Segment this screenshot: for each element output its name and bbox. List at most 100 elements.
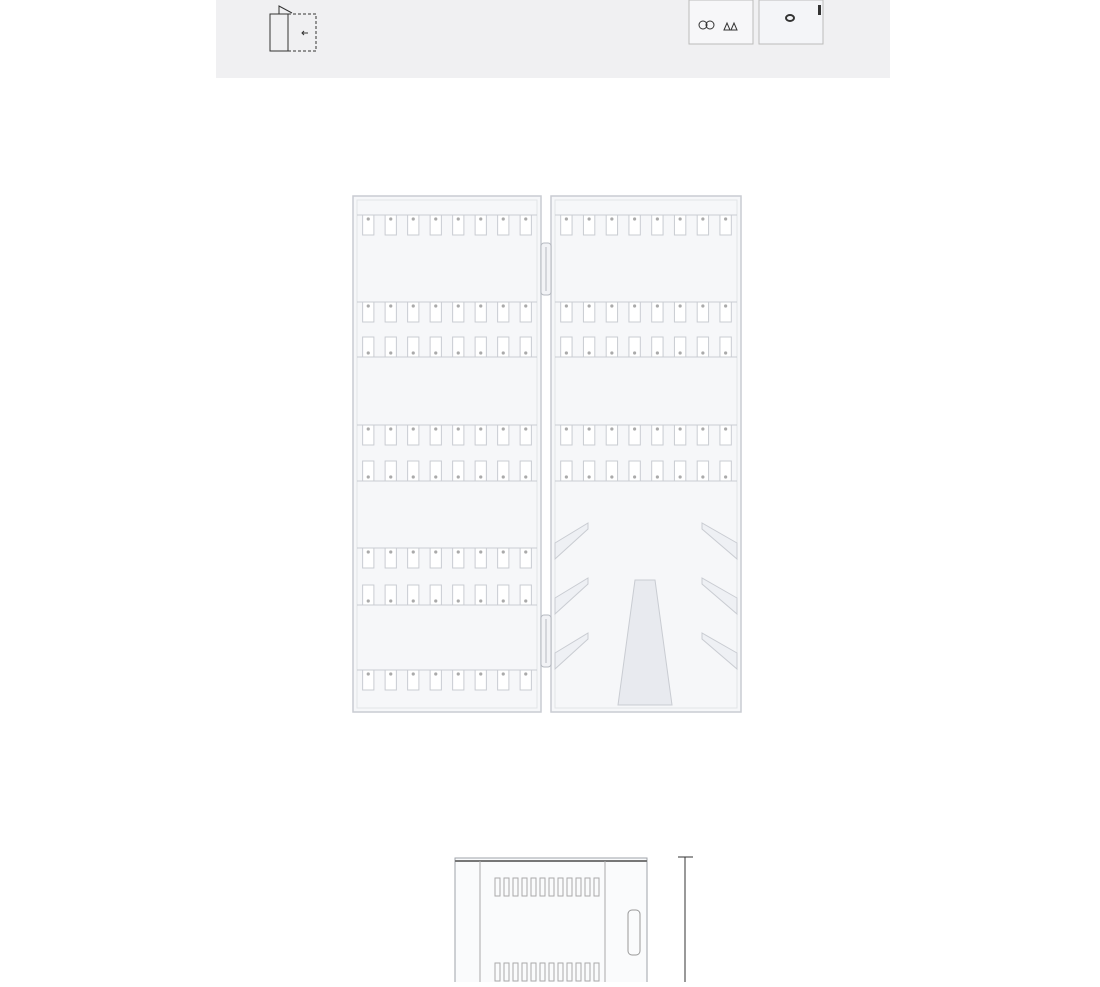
hook-hole [479, 427, 483, 431]
hook-hole [456, 351, 460, 355]
hook-hole [389, 599, 393, 603]
hook-hole [389, 304, 393, 308]
hook-hole [524, 599, 528, 603]
hook-hole [434, 427, 438, 431]
hook-hole [587, 351, 591, 355]
hook-hole [701, 304, 705, 308]
hook-hole [434, 475, 438, 479]
hook-hole [456, 599, 460, 603]
hook-hole [479, 351, 483, 355]
hook-hole [366, 217, 370, 221]
hook-hole [479, 304, 483, 308]
hook-hole [587, 427, 591, 431]
hook-hole [655, 351, 659, 355]
hook-hole [701, 475, 705, 479]
hook-hole [389, 351, 393, 355]
hook-hole [501, 550, 505, 554]
hook-hole [456, 304, 460, 308]
hook-hole [411, 550, 415, 554]
hook-hole [724, 427, 728, 431]
hook-hole [524, 672, 528, 676]
hook-hole [389, 427, 393, 431]
hook-hole [701, 217, 705, 221]
hook-hole [411, 599, 415, 603]
hook-hole [724, 351, 728, 355]
side-view-svg [454, 856, 693, 987]
hook-hole [610, 351, 614, 355]
hook-hole [434, 599, 438, 603]
organizer-svg [352, 195, 742, 713]
hook-hole [587, 304, 591, 308]
hook-hole [587, 475, 591, 479]
hook-hole [587, 217, 591, 221]
hook-hole [366, 351, 370, 355]
hook-hole [633, 217, 637, 221]
hook-hole [434, 217, 438, 221]
hook-hole [655, 475, 659, 479]
hook-hole [366, 672, 370, 676]
hook-hole [724, 217, 728, 221]
hook-hole [411, 217, 415, 221]
hook-hole [411, 351, 415, 355]
hook-hole [701, 427, 705, 431]
organizer-open-view [340, 185, 760, 730]
hook-hole [501, 351, 505, 355]
hook-hole [564, 427, 568, 431]
hook-hole [610, 475, 614, 479]
hook-hole [633, 427, 637, 431]
hook-hole [366, 475, 370, 479]
hook-hole [389, 672, 393, 676]
hook-hole [633, 475, 637, 479]
hook-hole [411, 304, 415, 308]
hook-hole [564, 217, 568, 221]
hook-hole [501, 672, 505, 676]
hook-hole [678, 304, 682, 308]
hook-hole [524, 217, 528, 221]
hook-hole [479, 475, 483, 479]
panel-left [352, 195, 542, 713]
hook-hole [524, 427, 528, 431]
hook-hole [655, 217, 659, 221]
hook-hole [501, 427, 505, 431]
hook-hole [524, 351, 528, 355]
hook-hole [456, 550, 460, 554]
hook-hole [411, 672, 415, 676]
hook-hole [524, 550, 528, 554]
hook-hole [610, 427, 614, 431]
hook-hole [389, 550, 393, 554]
hook-hole [411, 475, 415, 479]
hook-hole [501, 475, 505, 479]
hook-hole [564, 475, 568, 479]
hook-hole [389, 475, 393, 479]
hook-hole [678, 427, 682, 431]
hook-hole [501, 599, 505, 603]
hook-hole [456, 672, 460, 676]
hook-hole [366, 304, 370, 308]
hook-hole [479, 599, 483, 603]
hook-hole [389, 217, 393, 221]
hook-hole [701, 351, 705, 355]
hook-hole [678, 217, 682, 221]
hook-hole [456, 475, 460, 479]
hook-hole [564, 351, 568, 355]
hook-hole [434, 304, 438, 308]
hook-hole [456, 217, 460, 221]
hook-hole [434, 672, 438, 676]
organizer-side-view [440, 845, 710, 987]
hook-hole [456, 427, 460, 431]
hook-hole [678, 475, 682, 479]
hook-hole [434, 351, 438, 355]
hook-hole [633, 304, 637, 308]
hook-hole [633, 351, 637, 355]
hook-hole [524, 304, 528, 308]
hook-hole [501, 304, 505, 308]
hook-hole [724, 304, 728, 308]
hook-hole [366, 427, 370, 431]
hinge [540, 242, 552, 296]
hook-hole [678, 351, 682, 355]
hook-hole [366, 599, 370, 603]
hook-hole [434, 550, 438, 554]
hook-hole [479, 217, 483, 221]
hook-hole [366, 550, 370, 554]
hook-hole [610, 217, 614, 221]
